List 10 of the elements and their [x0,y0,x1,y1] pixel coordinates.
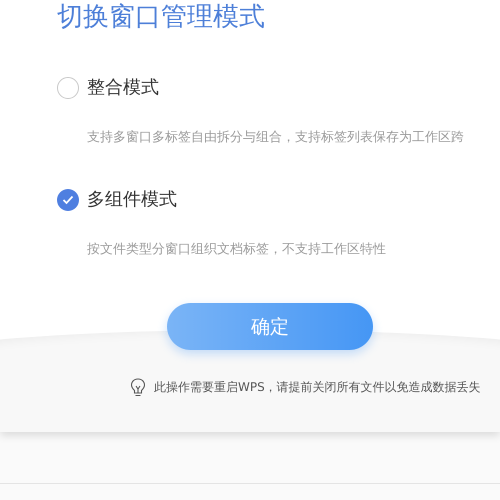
radio-button[interactable] [57,189,79,211]
hint-text: 此操作需要重启WPS，请提前关闭所有文件以免造成数据丢失 [154,379,481,396]
option-label[interactable]: 多组件模式 [87,188,177,212]
option-description: 支持多窗口多标签自由拆分与组合，支持标签列表保存为工作区跨 [87,129,464,146]
check-icon [62,195,74,205]
option-label[interactable]: 整合模式 [87,76,159,100]
dialog-title: 切换窗口管理模式 [57,2,265,32]
option-description: 按文件类型分窗口组织文档标签，不支持工作区特性 [87,241,386,258]
radio-button[interactable] [57,77,79,99]
lightbulb-icon [130,378,146,397]
